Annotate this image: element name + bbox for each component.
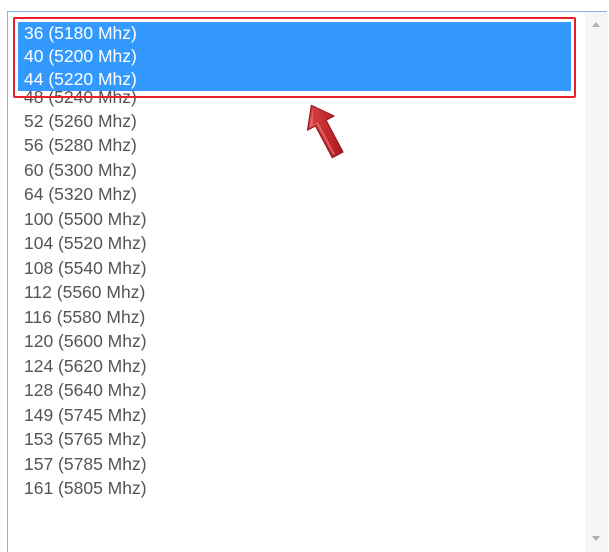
channel-option[interactable]: 153 (5765 Mhz) — [18, 427, 571, 452]
channel-option[interactable]: 40 (5200 Mhz) — [18, 44, 571, 69]
triangle-up-icon[interactable] — [585, 12, 608, 38]
channel-option[interactable]: 112 (5560 Mhz) — [18, 280, 571, 305]
red-arrow-up-icon — [306, 104, 344, 159]
channel-option[interactable]: 36 (5180 Mhz) — [18, 22, 571, 44]
channel-option[interactable]: 56 (5280 Mhz) — [18, 133, 571, 158]
channel-option[interactable]: 128 (5640 Mhz) — [18, 378, 571, 403]
channel-option[interactable]: 157 (5785 Mhz) — [18, 452, 571, 477]
channel-option[interactable]: 104 (5520 Mhz) — [18, 231, 571, 256]
channel-option[interactable]: 60 (5300 Mhz) — [18, 158, 571, 183]
channel-option[interactable]: 124 (5620 Mhz) — [18, 354, 571, 379]
channel-option[interactable]: 108 (5540 Mhz) — [18, 256, 571, 281]
channel-option[interactable]: 149 (5745 Mhz) — [18, 403, 571, 428]
listbox-scrollbar[interactable] — [585, 12, 608, 552]
channel-option[interactable]: 100 (5500 Mhz) — [18, 207, 571, 232]
channel-option[interactable]: 120 (5600 Mhz) — [18, 329, 571, 354]
channel-option[interactable]: 48 (5240 Mhz) — [18, 91, 571, 109]
channel-options-list: 36 (5180 Mhz) 40 (5200 Mhz) 44 (5220 Mhz… — [18, 22, 571, 501]
channel-option[interactable]: 44 (5220 Mhz) — [18, 68, 571, 91]
channel-option[interactable]: 116 (5580 Mhz) — [18, 305, 571, 330]
channel-option[interactable]: 161 (5805 Mhz) — [18, 476, 571, 501]
channel-option[interactable]: 64 (5320 Mhz) — [18, 182, 571, 207]
triangle-down-icon[interactable] — [585, 528, 608, 552]
channel-option[interactable]: 52 (5260 Mhz) — [18, 109, 571, 134]
